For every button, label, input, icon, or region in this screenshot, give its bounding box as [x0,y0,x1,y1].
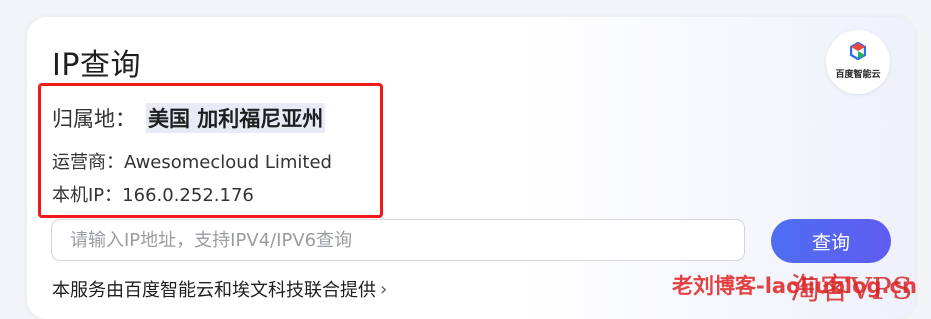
isp-value: Awesomecloud Limited [124,152,332,173]
location-value: 美国 加利福尼亚州 [146,103,326,133]
footer-text: 本服务由百度智能云和埃文科技联合提供 [52,280,376,301]
logo-text: 百度智能云 [835,70,881,80]
query-button[interactable]: 查询 [771,219,891,263]
baidu-cloud-logo: 百度智能云 [826,30,890,94]
ip-search-input[interactable] [51,219,745,261]
isp-row: 运营商：Awesomecloud Limited [52,148,332,174]
location-label: 归属地： [52,107,136,131]
isp-label: 运营商： [52,152,124,173]
ip-row: 本机IP：166.0.252.176 [52,181,254,207]
ip-label: 本机IP： [52,185,123,206]
baidu-cloud-logo-icon [850,42,866,60]
page-title: IP查询 [52,48,141,83]
footer-link[interactable]: 本服务由百度智能云和埃文科技联合提供 › [52,276,387,302]
location-row: 归属地： 美国 加利福尼亚州 [52,103,326,133]
chevron-right-icon: › [380,278,388,300]
watermark-brand: 淘客VPS [790,272,913,307]
ip-value: 166.0.252.176 [122,185,254,206]
